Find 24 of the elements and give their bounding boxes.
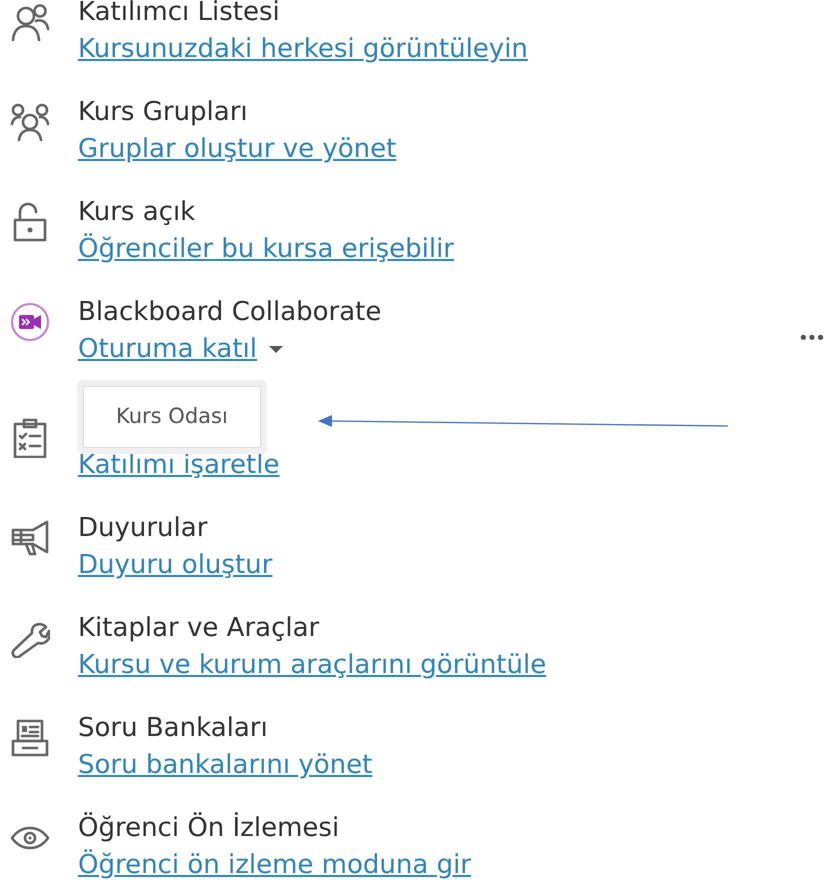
tool-link[interactable]: Öğrenci ön izleme moduna gir xyxy=(78,846,471,884)
caret-icon[interactable] xyxy=(269,346,284,352)
menu-option[interactable]: Kurs Odası xyxy=(83,386,261,448)
people-icon xyxy=(10,2,50,42)
more-options-button[interactable]: ••• xyxy=(798,324,824,354)
tool-link[interactable]: Duyuru oluştur xyxy=(78,546,272,584)
tool-link[interactable]: Kursu ve kurum araçlarını görüntüle xyxy=(78,646,546,684)
tool-title: Kurs açık xyxy=(78,196,196,229)
tool-title: Duyurular xyxy=(78,512,208,545)
tool-link[interactable]: Kursunuzdaki herkesi görüntüleyin xyxy=(78,30,528,68)
tool-link[interactable]: Gruplar oluştur ve yönet xyxy=(78,130,396,168)
tool-title: Soru Bankaları xyxy=(78,712,269,745)
file-drawer-icon xyxy=(10,718,50,758)
video-camera-icon xyxy=(10,302,50,342)
tool-link[interactable]: Öğrenciler bu kursa erişebilir xyxy=(78,230,454,268)
tool-link[interactable]: Oturuma katıl xyxy=(78,330,258,368)
tool-title: Kitaplar ve Araçlar xyxy=(78,612,320,645)
tool-title: Öğrenci Ön İzlemesi xyxy=(78,811,340,845)
group-icon xyxy=(10,102,50,142)
tool-link[interactable]: Soru bankalarını yönet xyxy=(78,746,372,784)
tool-title: Katılımcı Listesi xyxy=(78,0,281,29)
tool-title: Kurs Grupları xyxy=(78,96,249,129)
megaphone-icon xyxy=(10,518,50,558)
tool-title: Blackboard Collaborate xyxy=(78,296,382,329)
